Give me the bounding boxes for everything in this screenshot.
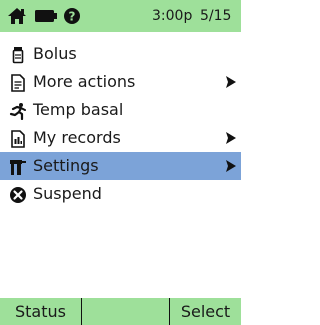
bolus-vial-icon <box>12 47 24 64</box>
menu-item-more-actions[interactable]: More actions <box>0 68 241 96</box>
menu-item-settings[interactable]: Settings <box>0 152 241 180</box>
main-menu: Bolus More actions Temp basal My records… <box>0 40 241 208</box>
submenu-arrow-icon <box>226 160 236 172</box>
menu-item-temp-basal[interactable]: Temp basal <box>0 96 241 124</box>
submenu-arrow-icon <box>226 132 236 144</box>
suspend-icon <box>10 187 26 203</box>
records-icon <box>11 130 25 148</box>
battery-icon <box>35 10 57 22</box>
select-softkey[interactable]: Select <box>170 298 241 325</box>
menu-item-bolus[interactable]: Bolus <box>0 40 241 68</box>
menu-item-label: Temp basal <box>33 100 124 119</box>
question-icon: ? <box>64 8 80 24</box>
menu-item-label: Settings <box>33 156 99 175</box>
status-softkey[interactable]: Status <box>0 298 82 325</box>
middle-softkey[interactable] <box>82 298 170 325</box>
menu-item-label: Suspend <box>33 184 102 203</box>
date: 5/15 <box>200 8 232 24</box>
clock-time: 3:00p <box>152 8 193 24</box>
menu-item-label: My records <box>33 128 121 147</box>
submenu-arrow-icon <box>226 76 236 88</box>
home-icon <box>8 8 26 24</box>
settings-tool-icon <box>10 160 26 175</box>
menu-item-label: More actions <box>33 72 136 91</box>
status-bar: ? 3:00p 5/15 <box>0 0 241 32</box>
menu-item-label: Bolus <box>33 44 77 63</box>
more-actions-icon <box>11 74 25 92</box>
softkey-bar: Status Select <box>0 298 241 325</box>
svg-text:?: ? <box>69 10 76 24</box>
menu-item-suspend[interactable]: Suspend <box>0 180 241 208</box>
menu-item-my-records[interactable]: My records <box>0 124 241 152</box>
running-person-icon <box>9 103 26 120</box>
